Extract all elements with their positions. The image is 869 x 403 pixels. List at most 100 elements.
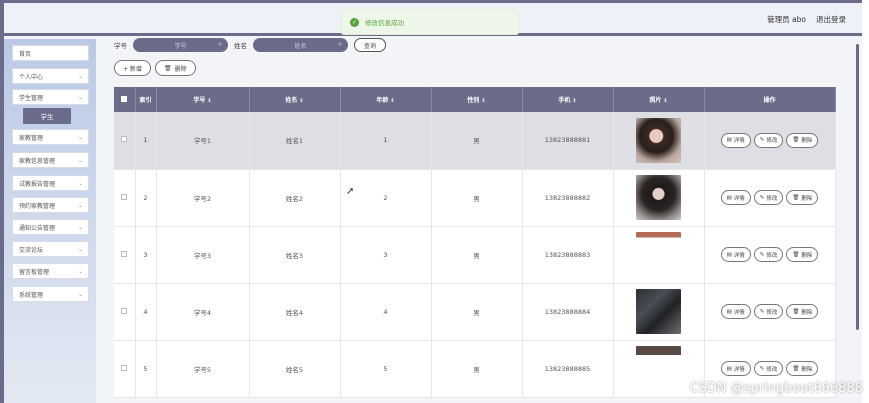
trash-icon: 🗑 bbox=[792, 137, 800, 144]
logout-link[interactable]: 退出登录 bbox=[816, 14, 846, 25]
trash-icon: 🗑 bbox=[792, 251, 800, 258]
row-checkbox[interactable] bbox=[114, 112, 136, 170]
edit-button[interactable]: ✎ 修改 bbox=[753, 361, 784, 376]
delete-button[interactable]: 🗑 删除 bbox=[786, 361, 819, 376]
cell-age: 1 bbox=[340, 112, 432, 170]
delete-button[interactable]: 🗑 删除 bbox=[786, 304, 819, 319]
student-id-label: 学号 bbox=[114, 42, 127, 50]
sort-icon: ⇕ bbox=[299, 98, 304, 104]
chevron-down-icon: ⌄ bbox=[77, 223, 83, 231]
cell-name: 姓名3 bbox=[249, 226, 341, 284]
cell-id: 学号2 bbox=[156, 169, 250, 227]
name-input[interactable]: 姓名 ⌕ bbox=[253, 38, 348, 52]
scrollbar[interactable] bbox=[856, 44, 859, 330]
pencil-icon: ✎ bbox=[759, 308, 765, 315]
row-checkbox[interactable] bbox=[114, 169, 136, 227]
cell-name: 姓名4 bbox=[249, 283, 341, 341]
main-content: 学号 学号 ⌕ 姓名 姓名 ⌕ 查询 + 新增 🗑 删除 索引 学号 ⇕ 姓名 ⇕ 年龄 ⇕… bbox=[96, 36, 862, 403]
sidebar-item[interactable]: 学生管理 ⌄ bbox=[12, 89, 89, 105]
user-area: 管理员 abo 退出登录 bbox=[767, 14, 846, 25]
edit-button[interactable]: ✎ 修改 bbox=[753, 190, 784, 205]
cell-phone: 13823888881 bbox=[522, 112, 614, 170]
table-row[interactable]: 4 学号4 姓名4 4 男 13823888884 ▤ 详情 ✎ 修改 🗑 删除 bbox=[114, 283, 836, 341]
search-icon: ⌕ bbox=[338, 40, 342, 48]
search-bar: 学号 学号 ⌕ 姓名 姓名 ⌕ 查询 bbox=[114, 38, 387, 52]
sidebar-item[interactable]: 系统管理 ⌄ bbox=[12, 286, 89, 302]
row-checkbox[interactable] bbox=[114, 283, 136, 341]
cell-gender: 男 bbox=[431, 112, 523, 170]
column-header[interactable]: 性别 ⇕ bbox=[431, 87, 523, 112]
trash-icon: 🗑 bbox=[163, 64, 172, 72]
cell-age: 3 bbox=[340, 226, 432, 284]
sidebar-item[interactable]: 个人中心 ⌄ bbox=[12, 68, 89, 84]
detail-button[interactable]: ▤ 详情 bbox=[720, 190, 751, 205]
sort-icon: ⇕ bbox=[663, 98, 668, 104]
cell-phone: 13823888885 bbox=[522, 340, 614, 398]
pencil-icon: ✎ bbox=[759, 365, 765, 372]
chevron-down-icon: ⌄ bbox=[77, 93, 83, 101]
add-button[interactable]: + 新增 bbox=[114, 60, 151, 76]
select-all-checkbox[interactable] bbox=[114, 87, 136, 112]
watermark: CSDN @springboot666888 bbox=[689, 381, 863, 396]
chevron-down-icon: ⌄ bbox=[77, 267, 83, 275]
row-checkbox[interactable] bbox=[114, 226, 136, 284]
sidebar: 首页个人中心 ⌄ 学生管理 ⌄ 家教管理 ⌄ 家教信息管理 ⌄ 试教报告管理 ⌄ 预约家教管理 ⌄ 通知… bbox=[4, 39, 96, 403]
chevron-down-icon: ⌄ bbox=[77, 245, 83, 253]
sidebar-item[interactable]: 家教管理 ⌄ bbox=[12, 129, 89, 145]
column-header[interactable]: 姓名 ⇕ bbox=[249, 87, 341, 112]
chevron-down-icon: ⌄ bbox=[77, 72, 83, 80]
chevron-down-icon: ⌄ bbox=[77, 133, 83, 141]
edit-button[interactable]: ✎ 修改 bbox=[753, 132, 784, 148]
column-header[interactable]: 学号 ⇕ bbox=[156, 87, 250, 112]
edit-button[interactable]: ✎ 修改 bbox=[753, 304, 784, 319]
column-header[interactable]: 手机 ⇕ bbox=[522, 87, 614, 112]
cell-index: 2 bbox=[135, 169, 157, 227]
column-header[interactable]: 年龄 ⇕ bbox=[340, 87, 432, 112]
delete-button[interactable]: 🗑 删除 bbox=[786, 190, 819, 205]
sidebar-item[interactable]: 预约家教管理 ⌄ bbox=[12, 197, 89, 213]
document-icon: ▤ bbox=[726, 365, 732, 372]
cell-index: 1 bbox=[135, 112, 157, 170]
detail-button[interactable]: ▤ 详情 bbox=[720, 132, 751, 148]
student-id-input[interactable]: 学号 ⌕ bbox=[133, 38, 228, 52]
delete-button[interactable]: 🗑 删除 bbox=[786, 132, 819, 148]
trash-icon: 🗑 bbox=[792, 194, 800, 201]
pencil-icon: ✎ bbox=[759, 251, 765, 258]
pencil-icon: ✎ bbox=[759, 137, 765, 144]
cell-name: 姓名2 bbox=[249, 169, 341, 227]
detail-button[interactable]: ▤ 详情 bbox=[720, 247, 751, 262]
cell-gender: 男 bbox=[431, 169, 523, 227]
pencil-icon: ✎ bbox=[759, 194, 765, 201]
sidebar-item[interactable]: 首页 bbox=[12, 45, 89, 61]
sort-icon: ⇕ bbox=[572, 98, 577, 104]
cell-index: 4 bbox=[135, 283, 157, 341]
sort-icon: ⇕ bbox=[481, 98, 486, 104]
detail-button[interactable]: ▤ 详情 bbox=[720, 304, 751, 319]
sidebar-item[interactable]: 交流论坛 ⌄ bbox=[12, 241, 89, 257]
edit-button[interactable]: ✎ 修改 bbox=[753, 247, 784, 262]
delete-button[interactable]: 🗑 删除 bbox=[786, 247, 819, 262]
table-header-row: 索引 学号 ⇕ 姓名 ⇕ 年龄 ⇕ 性别 ⇕ 手机 ⇕ 照片 ⇕ 操作 bbox=[114, 87, 836, 112]
chevron-down-icon: ⌄ bbox=[77, 156, 83, 164]
row-checkbox[interactable] bbox=[114, 340, 136, 398]
trash-icon: 🗑 bbox=[792, 365, 800, 372]
sidebar-item[interactable]: 通知公告管理 ⌄ bbox=[12, 219, 89, 235]
sidebar-item[interactable]: 试教报告管理 ⌄ bbox=[12, 175, 89, 191]
cell-gender: 男 bbox=[431, 226, 523, 284]
mouse-cursor-icon: ➚ bbox=[346, 186, 355, 197]
query-button[interactable]: 查询 bbox=[354, 38, 387, 52]
cell-gender: 男 bbox=[431, 283, 523, 341]
cell-phone: 13823888882 bbox=[522, 169, 614, 227]
sidebar-item[interactable]: 家教信息管理 ⌄ bbox=[12, 152, 89, 168]
bulk-delete-button[interactable]: 🗑 删除 bbox=[154, 60, 196, 76]
detail-button[interactable]: ▤ 详情 bbox=[720, 361, 751, 376]
chevron-down-icon: ⌄ bbox=[77, 201, 83, 209]
cell-gender: 男 bbox=[431, 340, 523, 398]
table-row[interactable]: 1 学号1 姓名1 1 男 13823888881 ▤ 详情 ✎ 修改 🗑 删除 bbox=[114, 112, 836, 170]
submenu-item-student[interactable]: 学生 bbox=[23, 108, 71, 124]
column-header[interactable]: 照片 ⇕ bbox=[613, 87, 705, 112]
sidebar-item[interactable]: 留言板管理 ⌄ bbox=[12, 263, 89, 279]
table-row[interactable]: 3 学号3 姓名3 3 男 13823888883 ▤ 详情 ✎ 修改 🗑 删除 bbox=[114, 226, 836, 284]
column-header: 索引 bbox=[135, 87, 157, 112]
table-row[interactable]: 2 学号2 姓名2 2 男 13823888882 ▤ 详情 ✎ 修改 🗑 删除 bbox=[114, 169, 836, 227]
